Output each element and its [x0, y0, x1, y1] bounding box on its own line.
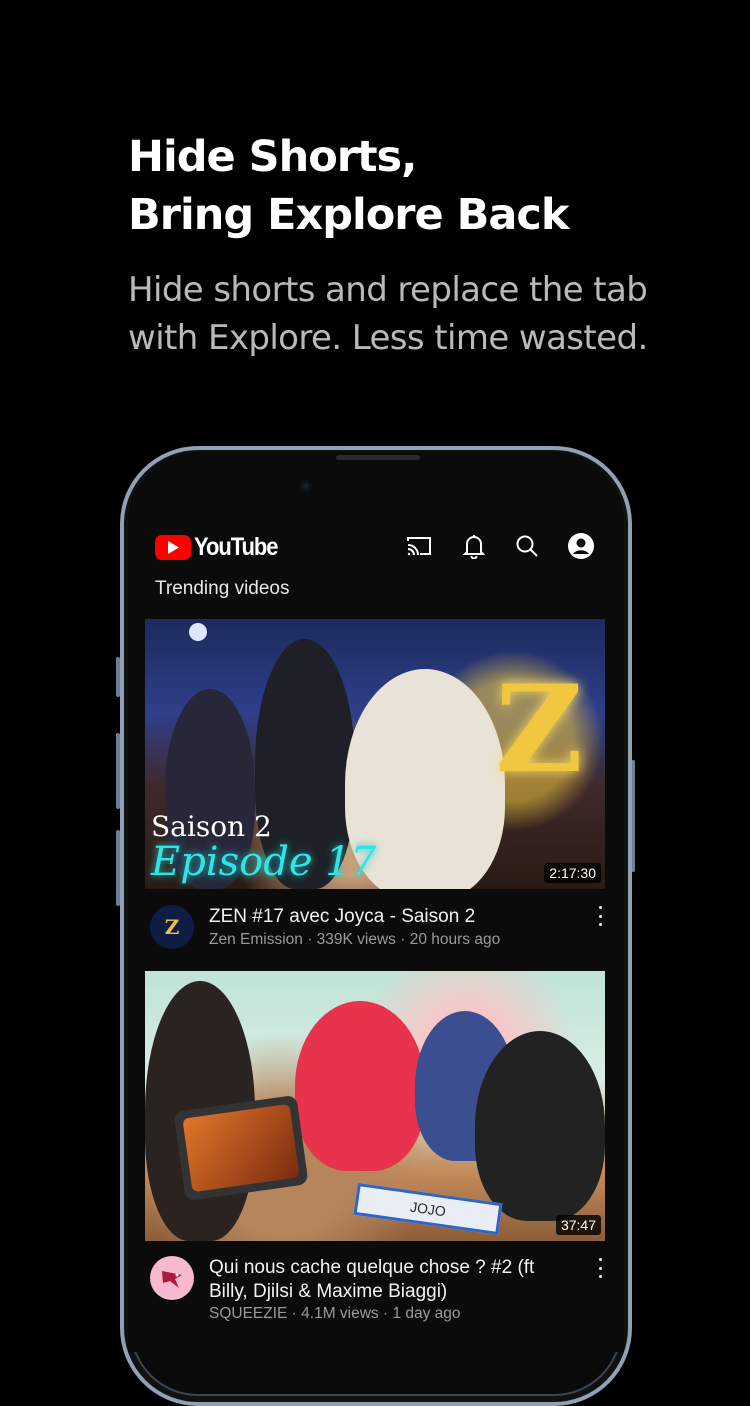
person-graphic — [295, 1001, 425, 1171]
channel-avatar[interactable]: Z — [150, 905, 194, 949]
promo-headline: Hide Shorts, Bring Explore Back — [128, 128, 728, 244]
youtube-play-icon — [155, 535, 191, 560]
moon-graphic — [189, 623, 207, 641]
video-duration: 2:17:30 — [544, 863, 601, 883]
channel-avatar[interactable] — [150, 1256, 194, 1300]
season-overlay: Saison 2 Episode 17 — [151, 810, 377, 885]
more-options-icon[interactable] — [594, 906, 606, 926]
video-title-line-1: Qui nous cache quelque chose ? #2 (ft — [209, 1257, 535, 1278]
squeezie-bird-icon — [162, 1271, 182, 1288]
youtube-logo-text: YouTube — [194, 533, 279, 561]
table-card: JOJO — [353, 1182, 503, 1236]
cast-icon[interactable] — [405, 533, 433, 559]
phone-speaker — [336, 455, 420, 460]
video-title[interactable]: Qui nous cache quelque chose ? #2 (ft Bi… — [209, 1256, 569, 1304]
promo-subline: Hide shorts and replace the tab with Exp… — [128, 266, 738, 362]
video-meta: Zen Emission · 339K views · 20 hours ago — [209, 931, 501, 948]
channel-avatar-text: Z — [164, 915, 180, 939]
video-title-line-2: Billy, Djilsi & Maxime Biaggi) — [209, 1281, 448, 1302]
episode-text: Episode 17 — [151, 839, 377, 885]
youtube-logo[interactable]: YouTube — [155, 533, 289, 562]
video-thumbnail-1[interactable]: Z Saison 2 Episode 17 2:17:30 — [145, 619, 605, 889]
video-thumbnail-2[interactable]: JOJO 37:47 — [145, 971, 605, 1241]
subline-line-2: with Explore. Less time wasted. — [128, 318, 648, 358]
tablet-graphic — [173, 1094, 309, 1202]
bell-icon[interactable] — [461, 531, 487, 561]
subline-line-1: Hide shorts and replace the tab — [128, 270, 648, 310]
more-options-icon[interactable] — [594, 1258, 606, 1278]
person-graphic — [475, 1031, 605, 1221]
phone-camera — [300, 480, 312, 492]
video-duration: 37:47 — [555, 1215, 601, 1235]
account-icon[interactable] — [567, 532, 595, 560]
headline-line-2: Bring Explore Back — [128, 190, 569, 240]
headline-line-1: Hide Shorts, — [128, 132, 417, 182]
video-meta: SQUEEZIE · 4.1M views · 1 day ago — [209, 1305, 461, 1322]
search-icon[interactable] — [514, 533, 540, 559]
video-title[interactable]: ZEN #17 avec Joyca - Saison 2 — [209, 905, 569, 929]
zen-z-logo: Z — [495, 659, 583, 800]
section-title: Trending videos — [155, 578, 290, 599]
